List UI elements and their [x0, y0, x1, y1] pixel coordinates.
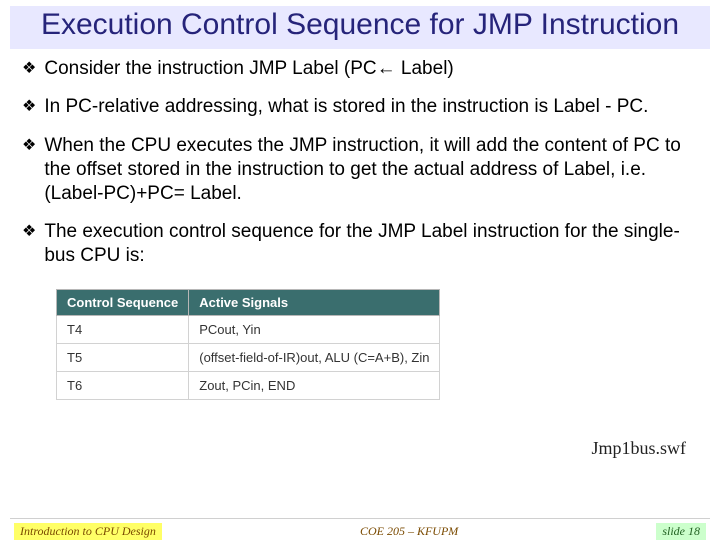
footer-mid: COE 205 – KFUPM: [360, 524, 458, 539]
table-header-cell: Control Sequence: [57, 289, 189, 315]
table-header-cell: Active Signals: [189, 289, 440, 315]
table-row: T6 Zout, PCin, END: [57, 371, 440, 399]
footer-left: Introduction to CPU Design: [14, 523, 162, 540]
list-item: ❖ The execution control sequence for the…: [22, 220, 698, 268]
swf-filename-label: Jmp1bus.swf: [591, 438, 686, 459]
table-cell: (offset-field-of-IR)out, ALU (C=A+B), Zi…: [189, 343, 440, 371]
bullet-text: In PC-relative addressing, what is store…: [44, 95, 648, 119]
control-sequence-table: Control Sequence Active Signals T4 PCout…: [56, 289, 440, 400]
slide-title: Execution Control Sequence for JMP Instr…: [18, 8, 702, 43]
table-cell: T4: [57, 315, 189, 343]
table-cell: Zout, PCin, END: [189, 371, 440, 399]
diamond-bullet-icon: ❖: [22, 136, 36, 156]
table-row: T4 PCout, Yin: [57, 315, 440, 343]
slide-footer: Introduction to CPU Design COE 205 – KFU…: [0, 518, 720, 546]
table-row: T5 (offset-field-of-IR)out, ALU (C=A+B),…: [57, 343, 440, 371]
bullet-list: ❖ Consider the instruction JMP Label (PC…: [0, 49, 720, 289]
diamond-bullet-icon: ❖: [22, 59, 36, 79]
bullet-text: The execution control sequence for the J…: [44, 220, 698, 268]
list-item: ❖ When the CPU executes the JMP instruct…: [22, 134, 698, 205]
table-header-row: Control Sequence Active Signals: [57, 289, 440, 315]
diamond-bullet-icon: ❖: [22, 222, 36, 242]
table-cell: T5: [57, 343, 189, 371]
table-cell: PCout, Yin: [189, 315, 440, 343]
list-item: ❖ In PC-relative addressing, what is sto…: [22, 95, 698, 119]
title-bar: Execution Control Sequence for JMP Instr…: [10, 6, 710, 49]
footer-right: slide 18: [656, 523, 706, 540]
bullet-text: Consider the instruction JMP Label (PC← …: [44, 57, 453, 81]
bullet-text: When the CPU executes the JMP instructio…: [44, 134, 698, 205]
list-item: ❖ Consider the instruction JMP Label (PC…: [22, 57, 698, 81]
control-sequence-table-wrap: Control Sequence Active Signals T4 PCout…: [56, 289, 720, 400]
diamond-bullet-icon: ❖: [22, 97, 36, 117]
table-cell: T6: [57, 371, 189, 399]
